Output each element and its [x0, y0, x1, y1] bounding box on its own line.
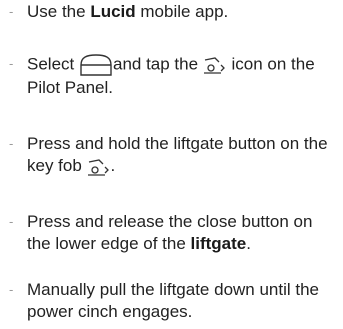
step-text: Use the Lucid mobile app.	[27, 2, 229, 21]
bullet-dash: -	[9, 4, 14, 19]
instruction-list: - Use the Lucid mobile app. - Select and…	[0, 0, 343, 329]
step-text: Press and release the close button on th…	[27, 212, 313, 253]
step-text: Select and tap the icon on the Pilot Pan…	[27, 53, 315, 97]
bullet-dash: -	[9, 56, 14, 71]
step-text: Press and hold the liftgate button on th…	[27, 134, 328, 176]
bullet-dash: -	[9, 136, 14, 151]
step-text: Manually pull the liftgate down until th…	[27, 280, 320, 321]
app-name: Lucid	[90, 2, 136, 21]
emphasis-liftgate: liftgate	[190, 234, 247, 253]
bullet-dash: -	[9, 282, 14, 297]
bullet-dash: -	[9, 214, 14, 229]
liftgate-icon	[87, 158, 111, 176]
car-front-icon	[79, 53, 113, 77]
liftgate-icon	[203, 56, 227, 74]
